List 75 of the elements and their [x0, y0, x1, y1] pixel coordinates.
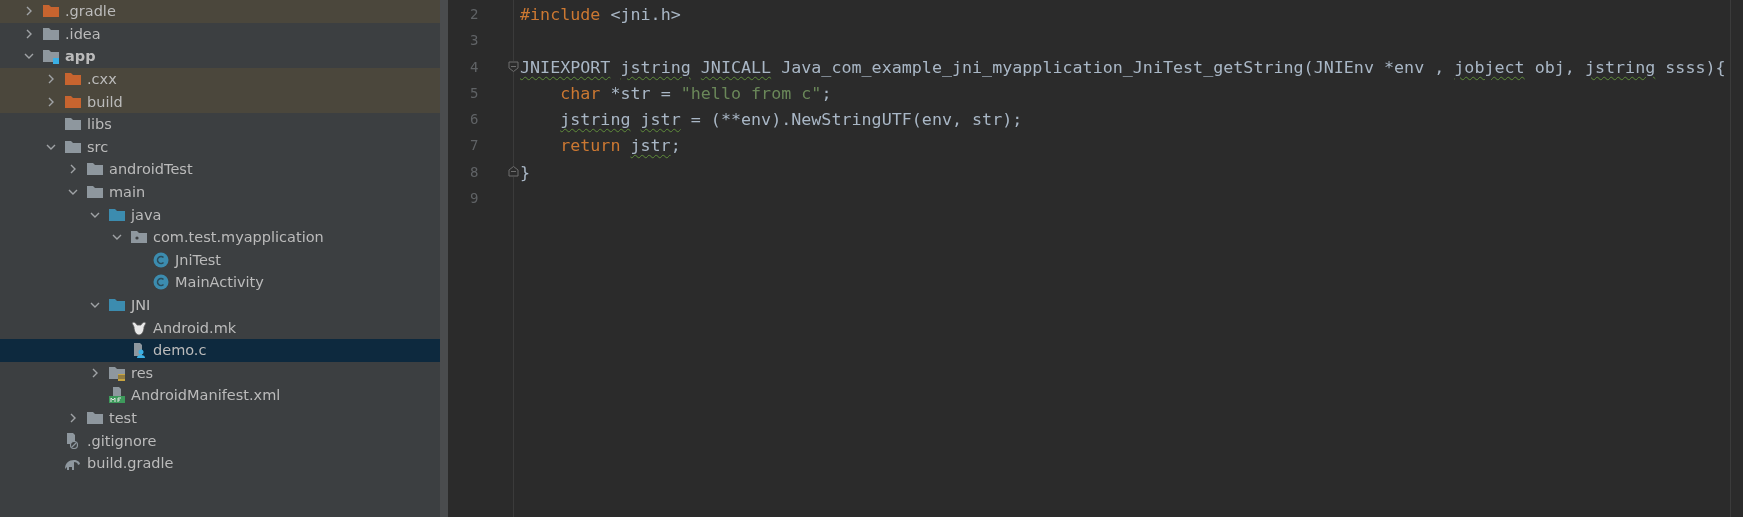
code-line: #include <jni.h>	[520, 3, 682, 26]
file-name: .gradle	[65, 3, 116, 20]
class-icon	[152, 251, 170, 268]
tree-item[interactable]: res	[0, 361, 440, 385]
tree-item[interactable]: java	[0, 203, 440, 226]
tree-item[interactable]: .gitignore	[0, 429, 440, 452]
tree-item[interactable]: JNI	[0, 293, 440, 317]
tree-item[interactable]: JniTest	[0, 248, 440, 272]
folder-icon	[108, 206, 126, 223]
file-name: .gitignore	[87, 432, 157, 449]
code-line: }	[520, 160, 532, 184]
folder-icon	[86, 410, 104, 426]
tree-item[interactable]: .gradle	[0, 0, 440, 23]
tree-item[interactable]: build	[0, 90, 440, 113]
resource-folder-icon	[108, 364, 126, 381]
file-name: com.test.myapplication	[153, 229, 324, 246]
tree-item[interactable]: MainActivity	[0, 271, 440, 294]
file-name: main	[109, 184, 146, 201]
code-line: JNIEXPORT jstring JNICALL Java_com_example_jni_myapplication_JniTest_getString(JNIEnv *env , jobject obj, jstring ssss){	[520, 55, 1727, 79]
class-icon	[152, 274, 170, 291]
file-name: src	[87, 138, 109, 155]
folder-icon	[86, 184, 104, 201]
tree-item[interactable]: demo.c	[0, 338, 440, 362]
tree-item[interactable]: com.test.myapplication	[0, 225, 440, 249]
line-number: 3	[469, 31, 480, 51]
line-number: 9	[469, 189, 480, 209]
file-name: MainActivity	[175, 274, 264, 291]
tree-item[interactable]: app	[0, 45, 440, 68]
line-number: 5	[469, 83, 480, 103]
code-line: char *str = "hello from c";	[559, 81, 833, 105]
fold-marker-icon[interactable]	[508, 60, 519, 72]
line-number: 8	[448, 158, 513, 186]
folder-icon	[42, 25, 60, 42]
folder-icon	[64, 116, 82, 133]
line-number: 6	[469, 110, 480, 130]
file-name: Android.mk	[153, 319, 237, 336]
line-number: 2	[469, 5, 480, 24]
file-name: build	[87, 93, 123, 110]
file-name: java	[131, 206, 162, 223]
file-name: JNI	[131, 297, 151, 313]
fold-marker-icon[interactable]	[508, 165, 519, 177]
file-name: .idea	[65, 25, 101, 42]
line-number: 7	[469, 136, 480, 156]
tree-item[interactable]: src	[0, 135, 440, 159]
module-folder-icon	[42, 48, 60, 65]
code-line: return jstr;	[559, 134, 682, 158]
file-name: demo.c	[153, 342, 207, 359]
tree-item[interactable]: .idea	[0, 22, 440, 46]
tree-item[interactable]: build.gradle	[0, 451, 440, 475]
package-icon	[130, 229, 148, 246]
folder-icon	[108, 297, 126, 313]
file-name: build.gradle	[87, 455, 174, 472]
file-name: AndroidManifest.xml	[131, 387, 281, 404]
folder-icon	[64, 138, 82, 155]
file-name: app	[65, 48, 96, 65]
file-name: test	[109, 410, 137, 426]
folder-icon	[42, 3, 60, 20]
tree-item[interactable]: androidTest	[0, 158, 440, 181]
folder-icon	[64, 93, 82, 110]
line-number: 4	[448, 53, 513, 80]
folder-icon	[86, 161, 104, 178]
manifest-file-icon	[108, 387, 126, 404]
tree-item[interactable]: Android.mk	[0, 316, 440, 339]
file-name: .cxx	[87, 71, 117, 88]
folder-icon	[64, 71, 82, 88]
tree-item[interactable]: main	[0, 180, 440, 204]
file-name: androidTest	[109, 161, 193, 178]
tree-item[interactable]: .cxx	[0, 67, 440, 91]
file-name: libs	[87, 116, 112, 133]
file-name: res	[131, 364, 154, 381]
tree-item[interactable]: AndroidManifest.xml	[0, 384, 440, 407]
tree-item[interactable]: libs	[0, 112, 440, 136]
file-name: JniTest	[175, 251, 222, 268]
tree-item[interactable]: test	[0, 406, 440, 430]
code-line: jstring jstr = (**env).NewStringUTF(env, str);	[559, 108, 1024, 132]
